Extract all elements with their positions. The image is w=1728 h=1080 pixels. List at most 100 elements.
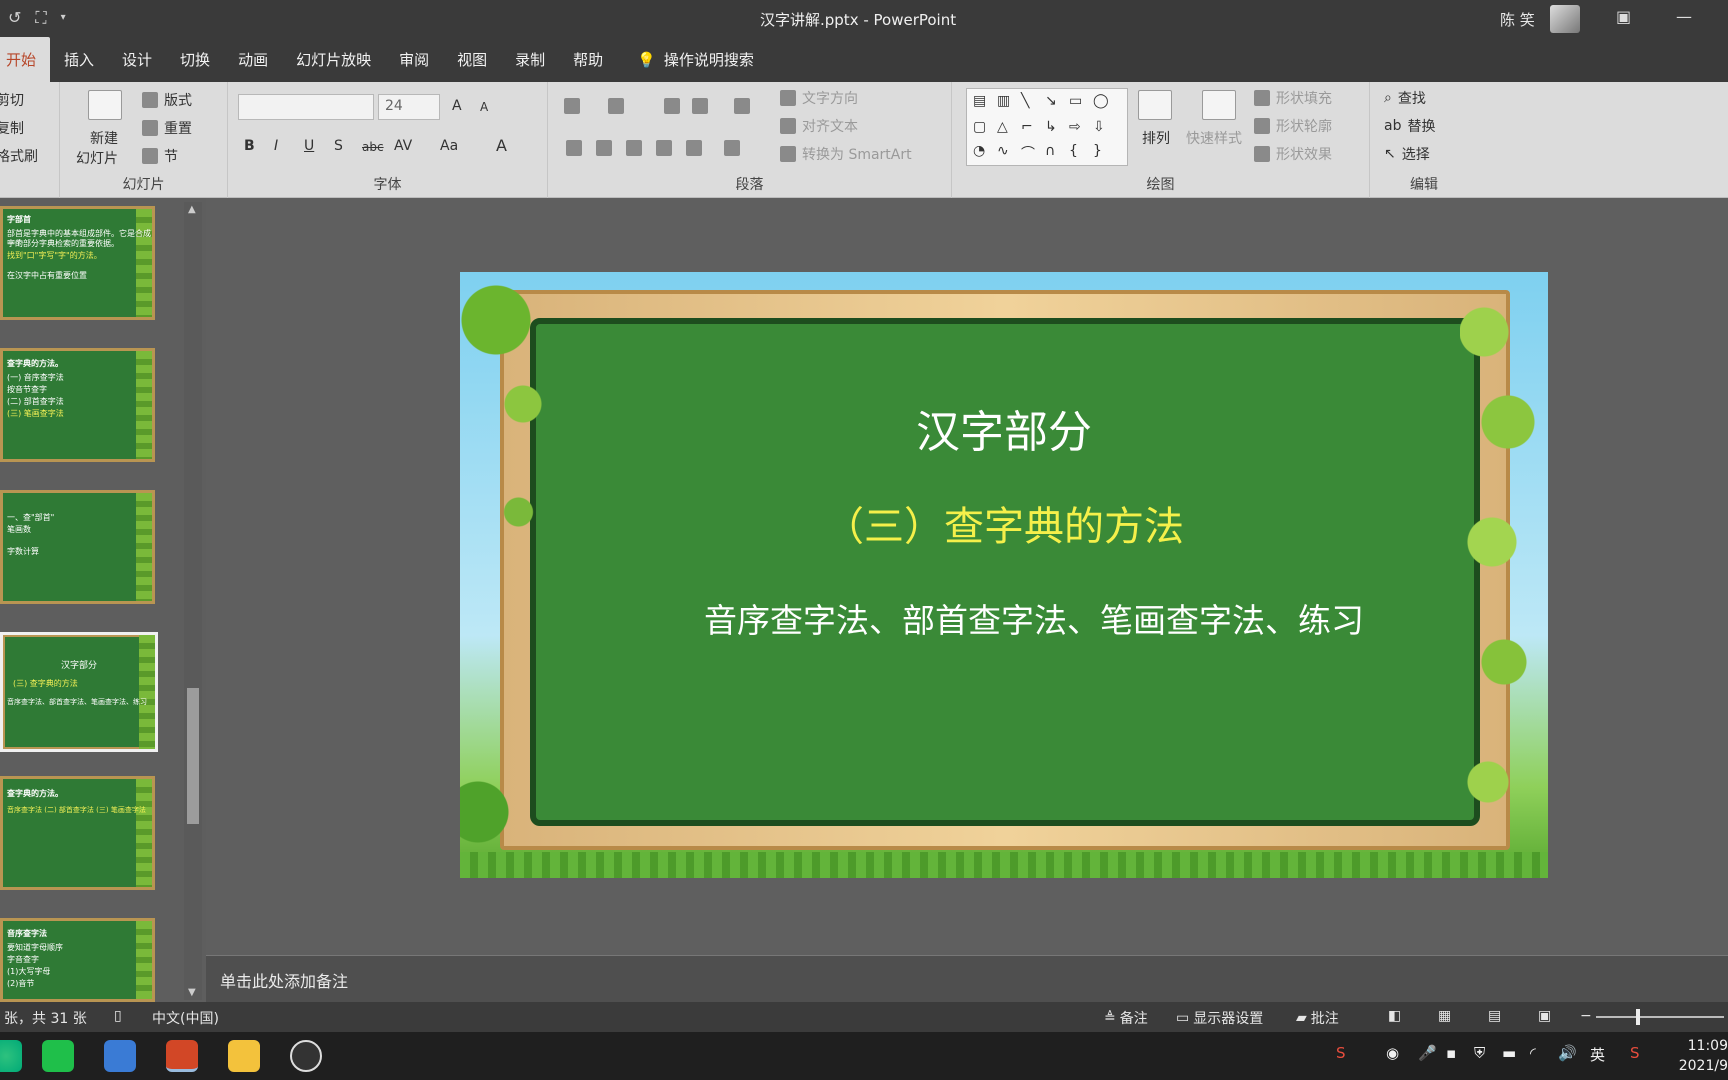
font-color-button[interactable]: A bbox=[496, 136, 507, 155]
tab-slideshow[interactable]: 幻灯片放映 bbox=[282, 49, 385, 82]
replace-button[interactable]: ab 替换 bbox=[1384, 116, 1435, 136]
thumbnails-scrollbar[interactable]: ▲ ▼ bbox=[184, 202, 202, 1000]
elbow-arrow-shape-icon[interactable]: ↳ bbox=[1045, 119, 1057, 135]
oval-shape-icon[interactable]: ◯ bbox=[1093, 93, 1109, 109]
minimize-icon[interactable]: — bbox=[1676, 7, 1692, 26]
curve-shape-icon[interactable]: ∩ bbox=[1045, 143, 1055, 159]
microphone-icon[interactable]: 🎤 bbox=[1418, 1044, 1437, 1062]
feishu-icon[interactable] bbox=[104, 1040, 136, 1072]
font-size-select[interactable]: 24 bbox=[378, 94, 440, 120]
find-button[interactable]: ⌕ 查找 bbox=[1384, 88, 1426, 108]
slide-thumbnail[interactable]: 查字典的方法。 (一) 音序查字法 按音节查字 (二) 部首查字法 (三) 笔画… bbox=[0, 348, 155, 462]
line-spacing-icon[interactable] bbox=[734, 98, 750, 114]
distributed-icon[interactable] bbox=[686, 140, 702, 156]
tab-insert[interactable]: 插入 bbox=[50, 49, 108, 82]
wifi-icon[interactable]: ◜ bbox=[1530, 1044, 1536, 1062]
zoom-slider-knob[interactable] bbox=[1636, 1009, 1640, 1025]
language-indicator[interactable]: 中文(中国) bbox=[152, 1008, 219, 1028]
freeform-shape-icon[interactable]: ◔ bbox=[973, 143, 985, 159]
qat-more-icon[interactable]: ▾ bbox=[61, 12, 66, 28]
zoom-slider[interactable] bbox=[1596, 1016, 1724, 1018]
numbering-icon[interactable] bbox=[608, 98, 624, 114]
font-name-select[interactable] bbox=[238, 94, 374, 120]
tab-design[interactable]: 设计 bbox=[108, 49, 166, 82]
tab-record[interactable]: 录制 bbox=[501, 49, 559, 82]
shapes-gallery[interactable]: ▤ ▥ ╲ ↘ ▭ ◯ ▢ △ ⌐ ↳ ⇨ ⇩ ◔ ∿ ⌒ ∩ { } bbox=[966, 88, 1128, 166]
bullets-icon[interactable] bbox=[564, 98, 580, 114]
arrange-button[interactable]: 排列 bbox=[1142, 128, 1170, 148]
right-arrow-shape-icon[interactable]: ⇨ bbox=[1069, 119, 1081, 135]
smartart-button[interactable]: 转换为 SmartArt bbox=[780, 144, 912, 164]
rectangle-shape-icon[interactable]: ▭ bbox=[1069, 93, 1082, 109]
slideshow-view-icon[interactable]: ▣ bbox=[1538, 1008, 1551, 1024]
underline-button[interactable]: U bbox=[304, 138, 314, 154]
shield-icon[interactable]: ⛨ bbox=[1474, 1044, 1485, 1062]
new-slide-icon[interactable] bbox=[88, 90, 122, 120]
slide-thumbnail[interactable]: 查字典的方法。 音序查字法 (二) 部首查字法 (三) 笔画查字法 bbox=[0, 776, 155, 890]
quick-styles-button[interactable]: 快速样式 bbox=[1186, 128, 1242, 148]
slide-body-text[interactable]: 音序查字法、部首查字法、笔画查字法、练习 bbox=[460, 594, 1548, 642]
ime-indicator[interactable]: 英 bbox=[1590, 1044, 1605, 1065]
slide-thumbnail[interactable]: 一、查"部首" 笔画数 字数计算 bbox=[0, 490, 155, 604]
slide-subtitle[interactable]: （三）查字典的方法 bbox=[460, 494, 1548, 552]
spellcheck-icon[interactable]: ▯ bbox=[114, 1008, 122, 1024]
slide-sorter-icon[interactable]: ▦ bbox=[1438, 1008, 1451, 1024]
avatar[interactable] bbox=[1550, 5, 1580, 33]
tell-me-search[interactable]: 💡 操作说明搜索 bbox=[617, 49, 768, 82]
powerpoint-taskbar-icon[interactable] bbox=[166, 1040, 198, 1072]
tab-review[interactable]: 审阅 bbox=[385, 49, 443, 82]
text-direction-button[interactable]: 文字方向 bbox=[780, 88, 858, 108]
reset-button[interactable]: 重置 bbox=[142, 118, 192, 138]
display-settings-button[interactable]: ▭ 显示器设置 bbox=[1176, 1008, 1263, 1028]
arrow-line-shape-icon[interactable]: ↘ bbox=[1045, 93, 1057, 109]
strikethrough-button[interactable]: abc bbox=[362, 140, 384, 154]
scroll-down-icon[interactable]: ▼ bbox=[188, 987, 196, 998]
shape-fill-button[interactable]: 形状填充 bbox=[1254, 88, 1332, 108]
triangle-shape-icon[interactable]: △ bbox=[997, 119, 1008, 135]
reading-view-icon[interactable]: ▤ bbox=[1488, 1008, 1501, 1024]
copy-button[interactable]: 复制 bbox=[0, 118, 24, 138]
quick-styles-icon[interactable] bbox=[1202, 90, 1236, 120]
right-brace-shape-icon[interactable]: } bbox=[1093, 143, 1102, 159]
textbox-shape-icon[interactable]: ▤ bbox=[973, 93, 986, 109]
tab-animations[interactable]: 动画 bbox=[224, 49, 282, 82]
shape-effects-button[interactable]: 形状效果 bbox=[1254, 144, 1332, 164]
scribble-shape-icon[interactable]: ∿ bbox=[997, 143, 1009, 159]
slide-thumbnail[interactable]: 字部首 部首是字典中的基本组成部件。它是合成字的 一个部分字典检索的重要依据。 … bbox=[0, 206, 155, 320]
new-slide-label-1[interactable]: 新建 bbox=[90, 128, 118, 148]
tab-home[interactable]: 开始 bbox=[0, 37, 51, 82]
slide-thumbnail-selected[interactable]: 汉字部分 (三) 查字典的方法 音序查字法、部首查字法、笔画查字法、练习 bbox=[0, 632, 158, 752]
sogou-icon[interactable]: S bbox=[1630, 1044, 1640, 1062]
file-explorer-icon[interactable] bbox=[228, 1040, 260, 1072]
rounded-rect-shape-icon[interactable]: ▢ bbox=[973, 119, 986, 135]
arc-shape-icon[interactable]: ⌒ bbox=[1021, 143, 1035, 163]
volume-icon[interactable]: 🔊 bbox=[1558, 1044, 1577, 1062]
align-text-button[interactable]: 对齐文本 bbox=[780, 116, 858, 136]
grow-font-button[interactable]: A bbox=[452, 98, 462, 114]
shrink-font-button[interactable]: A bbox=[480, 100, 488, 114]
new-slide-label-2[interactable]: 幻灯片 bbox=[76, 148, 118, 168]
shadow-button[interactable]: S bbox=[334, 138, 343, 154]
change-case-button[interactable]: Aa bbox=[440, 138, 458, 154]
italic-button[interactable]: I bbox=[274, 138, 278, 154]
notes-button[interactable]: ≜ 备注 bbox=[1104, 1008, 1148, 1028]
tab-transitions[interactable]: 切换 bbox=[166, 49, 224, 82]
vertical-textbox-shape-icon[interactable]: ▥ bbox=[997, 93, 1010, 109]
comments-button[interactable]: ▰ 批注 bbox=[1296, 1008, 1339, 1028]
sogou-ime-icon[interactable]: S bbox=[1336, 1044, 1346, 1062]
elbow-connector-shape-icon[interactable]: ⌐ bbox=[1021, 119, 1033, 135]
layout-button[interactable]: 版式 bbox=[142, 90, 192, 110]
columns-icon[interactable] bbox=[724, 140, 740, 156]
increase-indent-icon[interactable] bbox=[692, 98, 708, 114]
select-button[interactable]: ↖ 选择 bbox=[1384, 144, 1430, 164]
tab-view[interactable]: 视图 bbox=[443, 49, 501, 82]
app-tray-icon[interactable]: ▪ bbox=[1446, 1044, 1456, 1062]
record-icon[interactable]: ◉ bbox=[1386, 1044, 1399, 1062]
scroll-up-icon[interactable]: ▲ bbox=[188, 204, 196, 215]
line-shape-icon[interactable]: ╲ bbox=[1021, 93, 1029, 109]
notes-pane[interactable]: 单击此处添加备注 bbox=[206, 955, 1728, 1002]
format-painter-button[interactable]: 格式刷 bbox=[0, 146, 38, 166]
battery-icon[interactable]: ▬ bbox=[1502, 1044, 1516, 1062]
slide-thumbnail[interactable]: 音序查字法 要知道字母顺序 字音查字 (1)大写字母 (2)音节 bbox=[0, 918, 155, 1002]
align-right-icon[interactable] bbox=[626, 140, 642, 156]
